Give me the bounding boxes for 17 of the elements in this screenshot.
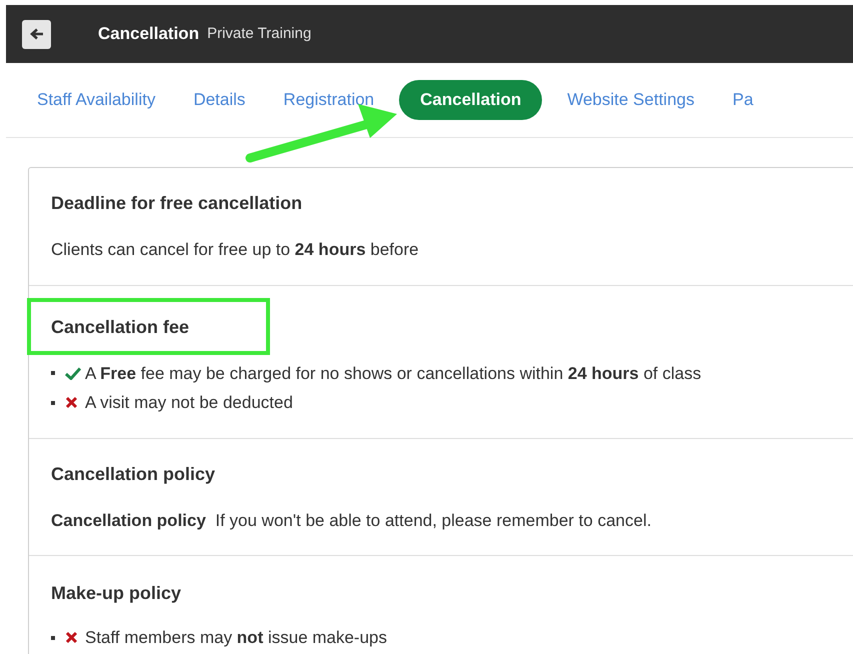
section-text: Clients can cancel for free up to 24 hours before bbox=[51, 239, 420, 261]
rule-text: Staff members may not issue make-ups bbox=[85, 627, 388, 649]
rule-text: A Free fee may be charged for no shows or cancellations within 24 hours of class bbox=[85, 362, 702, 384]
rule-text: A visit may not be deducted bbox=[85, 392, 293, 414]
page-title: Cancellation bbox=[98, 23, 200, 46]
tab[interactable]: Staff Availability bbox=[24, 80, 168, 120]
tab[interactable]: Details bbox=[180, 80, 258, 120]
section-heading: Make-up policy bbox=[51, 582, 182, 605]
section-heading: Deadline for free cancellation bbox=[51, 192, 304, 215]
page-subtitle: Private Training bbox=[207, 24, 312, 44]
section-text: Cancellation policy If you won't be able to attend, please remember to cancel. bbox=[51, 510, 652, 532]
tab[interactable]: Registration bbox=[270, 80, 388, 120]
tab[interactable]: Pa bbox=[720, 80, 766, 120]
tab[interactable]: Cancellation bbox=[399, 80, 542, 120]
tab[interactable]: Website Settings bbox=[554, 80, 708, 120]
section-heading: Cancellation fee bbox=[51, 316, 190, 338]
section-heading: Cancellation policy bbox=[51, 462, 216, 486]
